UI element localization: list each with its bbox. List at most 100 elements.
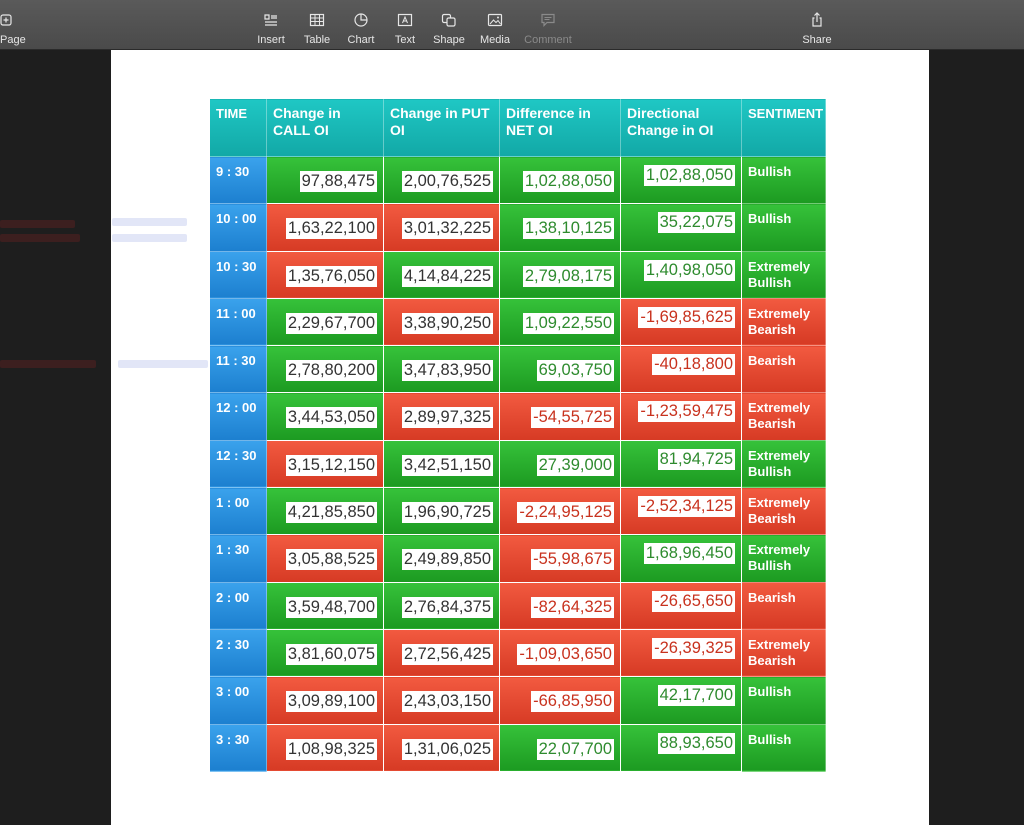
time-cell[interactable]: 10 : 30	[209, 250, 267, 299]
net-oi-cell[interactable]: 1,02,88,050	[499, 155, 621, 205]
time-cell[interactable]: 12 : 00	[209, 392, 267, 441]
net-oi-cell[interactable]: 1,38,10,125	[499, 203, 621, 252]
page-button[interactable]: Page	[0, 10, 26, 46]
sentiment-cell[interactable]: Bullish	[741, 723, 826, 773]
call-oi-cell[interactable]: 1,35,76,050	[266, 250, 384, 299]
sentiment-cell[interactable]: Extremely Bullish	[741, 250, 826, 299]
dir-oi-cell[interactable]: -40,18,800	[620, 345, 742, 394]
net-oi-cell[interactable]: -1,09,03,650	[499, 628, 621, 678]
call-oi-cell[interactable]: 3,05,88,525	[266, 534, 384, 583]
net-oi-cell[interactable]: 27,39,000	[499, 439, 621, 489]
put-oi-cell[interactable]: 3,47,83,950	[383, 345, 500, 394]
call-oi-cell[interactable]: 1,08,98,325	[266, 723, 384, 773]
time-cell[interactable]: 2 : 00	[209, 581, 267, 630]
time-cell[interactable]: 1 : 30	[209, 534, 267, 583]
sentiment-cell[interactable]: Extremely Bullish	[741, 439, 826, 489]
dir-oi-cell[interactable]: 1,40,98,050	[620, 250, 742, 299]
call-oi-cell[interactable]: 4,21,85,850	[266, 487, 384, 536]
net-oi-cell[interactable]: -54,55,725	[499, 392, 621, 441]
sentiment-cell[interactable]: Bullish	[741, 155, 826, 205]
call-oi-cell[interactable]: 2,29,67,700	[266, 297, 384, 347]
shape-icon	[441, 13, 456, 27]
time-cell[interactable]: 9 : 30	[209, 155, 267, 205]
put-oi-cell[interactable]: 2,00,76,525	[383, 155, 500, 205]
dir-oi-cell[interactable]: -26,65,650	[620, 581, 742, 630]
table-row[interactable]: 10 : 30 1,35,76,050 4,14,84,225 2,79,08,175…	[209, 250, 826, 299]
sentiment-cell[interactable]: Bearish	[741, 581, 826, 630]
dir-oi-cell[interactable]: 35,22,075	[620, 203, 742, 252]
table-row[interactable]: 11 : 00 2,29,67,700 3,38,90,250 1,09,22,550…	[209, 297, 826, 347]
net-oi-cell[interactable]: -66,85,950	[499, 676, 621, 725]
time-cell[interactable]: 10 : 00	[209, 203, 267, 252]
net-oi-value: -82,64,325	[531, 596, 614, 618]
table-row[interactable]: 3 : 30 1,08,98,325 1,31,06,025 22,07,700 88,…	[209, 723, 826, 773]
time-cell[interactable]: 3 : 30	[209, 723, 267, 773]
dir-oi-cell[interactable]: 42,17,700	[620, 676, 742, 725]
dir-oi-cell[interactable]: 1,02,88,050	[620, 155, 742, 205]
table-row[interactable]: 9 : 30 97,88,475 2,00,76,525 1,02,88,050 1,0…	[209, 155, 826, 205]
oi-table[interactable]: TIME Change in CALL OI Change in PUT OI …	[209, 98, 826, 773]
net-oi-cell[interactable]: 1,09,22,550	[499, 297, 621, 347]
put-oi-cell[interactable]: 3,38,90,250	[383, 297, 500, 347]
dir-oi-value: 81,94,725	[657, 448, 735, 470]
table-row[interactable]: 2 : 00 3,59,48,700 2,76,84,375 -82,64,325 -2…	[209, 581, 826, 630]
share-button[interactable]: Share	[787, 10, 847, 46]
put-oi-cell[interactable]: 3,42,51,150	[383, 439, 500, 489]
put-oi-cell[interactable]: 2,89,97,325	[383, 392, 500, 441]
sentiment-cell[interactable]: Bullish	[741, 676, 826, 725]
net-oi-cell[interactable]: -55,98,675	[499, 534, 621, 583]
net-oi-cell[interactable]: -2,24,95,125	[499, 487, 621, 536]
put-oi-cell[interactable]: 2,49,89,850	[383, 534, 500, 583]
call-oi-cell[interactable]: 3,44,53,050	[266, 392, 384, 441]
table-row[interactable]: 12 : 30 3,15,12,150 3,42,51,150 27,39,000 81…	[209, 439, 826, 489]
put-oi-cell[interactable]: 2,76,84,375	[383, 581, 500, 630]
net-oi-cell[interactable]: 22,07,700	[499, 723, 621, 773]
sentiment-cell[interactable]: Extremely Bearish	[741, 487, 826, 536]
call-oi-cell[interactable]: 3,09,89,100	[266, 676, 384, 725]
header-directional-oi: Directional Change in OI	[620, 98, 742, 157]
dir-oi-cell[interactable]: -1,23,59,475	[620, 392, 742, 441]
call-oi-cell[interactable]: 2,78,80,200	[266, 345, 384, 394]
media-button[interactable]: Media	[465, 10, 525, 46]
sentiment-cell[interactable]: Bullish	[741, 203, 826, 252]
time-cell[interactable]: 1 : 00	[209, 487, 267, 536]
dir-oi-cell[interactable]: -1,69,85,625	[620, 297, 742, 347]
put-oi-cell[interactable]: 2,72,56,425	[383, 628, 500, 678]
table-row[interactable]: 1 : 30 3,05,88,525 2,49,89,850 -55,98,675 1,…	[209, 534, 826, 583]
time-cell[interactable]: 11 : 00	[209, 297, 267, 347]
call-oi-cell[interactable]: 1,63,22,100	[266, 203, 384, 252]
put-oi-cell[interactable]: 2,43,03,150	[383, 676, 500, 725]
dir-oi-cell[interactable]: 1,68,96,450	[620, 534, 742, 583]
net-oi-cell[interactable]: 69,03,750	[499, 345, 621, 394]
sentiment-cell[interactable]: Extremely Bearish	[741, 297, 826, 347]
dir-oi-cell[interactable]: 88,93,650	[620, 723, 742, 773]
comment-button[interactable]: Comment	[518, 10, 578, 46]
time-cell[interactable]: 11 : 30	[209, 345, 267, 394]
table-row[interactable]: 11 : 30 2,78,80,200 3,47,83,950 69,03,750 -4…	[209, 345, 826, 394]
dir-oi-cell[interactable]: -2,52,34,125	[620, 487, 742, 536]
table-row[interactable]: 10 : 00 1,63,22,100 3,01,32,225 1,38,10,125…	[209, 203, 826, 252]
dir-oi-cell[interactable]: 81,94,725	[620, 439, 742, 489]
table-row[interactable]: 3 : 00 3,09,89,100 2,43,03,150 -66,85,950 42…	[209, 676, 826, 725]
call-oi-cell[interactable]: 3,59,48,700	[266, 581, 384, 630]
table-row[interactable]: 12 : 00 3,44,53,050 2,89,97,325 -54,55,725 -…	[209, 392, 826, 441]
put-oi-cell[interactable]: 4,14,84,225	[383, 250, 500, 299]
table-row[interactable]: 1 : 00 4,21,85,850 1,96,90,725 -2,24,95,125…	[209, 487, 826, 536]
net-oi-cell[interactable]: -82,64,325	[499, 581, 621, 630]
net-oi-cell[interactable]: 2,79,08,175	[499, 250, 621, 299]
sentiment-cell[interactable]: Extremely Bearish	[741, 392, 826, 441]
sentiment-cell[interactable]: Extremely Bullish	[741, 534, 826, 583]
call-oi-cell[interactable]: 3,81,60,075	[266, 628, 384, 678]
put-oi-cell[interactable]: 1,31,06,025	[383, 723, 500, 773]
dir-oi-cell[interactable]: -26,39,325	[620, 628, 742, 678]
put-oi-cell[interactable]: 1,96,90,725	[383, 487, 500, 536]
time-cell[interactable]: 12 : 30	[209, 439, 267, 489]
call-oi-cell[interactable]: 97,88,475	[266, 155, 384, 205]
time-cell[interactable]: 2 : 30	[209, 628, 267, 678]
sentiment-cell[interactable]: Extremely Bearish	[741, 628, 826, 678]
time-cell[interactable]: 3 : 00	[209, 676, 267, 725]
sentiment-cell[interactable]: Bearish	[741, 345, 826, 394]
table-row[interactable]: 2 : 30 3,81,60,075 2,72,56,425 -1,09,03,650…	[209, 628, 826, 678]
put-oi-cell[interactable]: 3,01,32,225	[383, 203, 500, 252]
call-oi-cell[interactable]: 3,15,12,150	[266, 439, 384, 489]
